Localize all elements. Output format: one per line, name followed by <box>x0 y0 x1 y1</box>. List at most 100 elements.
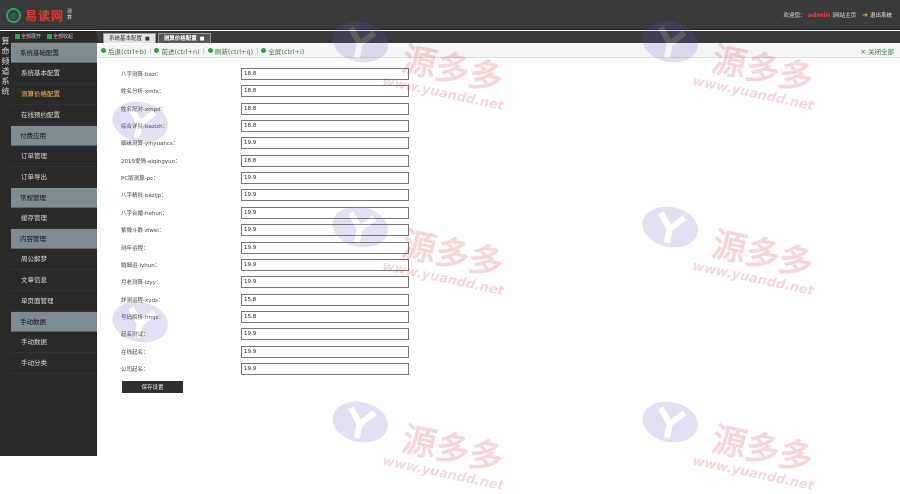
sidebar-item[interactable]: 周公解梦 <box>11 249 97 270</box>
tab-label: 系统基本配置 <box>109 36 143 42</box>
form-row: 起名测试： <box>121 328 421 341</box>
sidebar-group[interactable]: 常规管理 <box>11 188 97 208</box>
form-row: 姻缘测算-yinyuancs： <box>121 137 421 150</box>
fullscreen-button[interactable]: 全屏(ctrl+i) <box>261 46 304 56</box>
close-icon: ✕ <box>860 47 866 56</box>
tab-close-icon[interactable]: ■ <box>145 36 150 42</box>
tab[interactable]: 系统基本配置 ■ <box>103 33 156 43</box>
price-input[interactable] <box>241 276 409 289</box>
price-input[interactable] <box>241 206 409 219</box>
refresh-icon <box>207 48 213 53</box>
back-button[interactable]: 后退(ctrl+b) <box>101 46 146 56</box>
brand-tag: 测 算 <box>67 9 73 21</box>
field-label: 综合详批-bazizh： <box>121 124 169 131</box>
form-row: 测年运程： <box>121 241 421 254</box>
price-input[interactable] <box>241 154 409 167</box>
form-row: 詳测运程-xyds： <box>121 293 421 306</box>
tab[interactable]: 测算价格配置 ■ <box>157 33 211 43</box>
form-row: PC版测算-pc： <box>121 172 421 185</box>
save-button[interactable]: 保存设置 <box>122 381 183 393</box>
sidebar-item[interactable]: 手动分类 <box>11 353 97 374</box>
collapse-icon <box>47 34 53 39</box>
tab-close-icon[interactable]: ■ <box>200 36 205 42</box>
price-input[interactable] <box>241 120 409 133</box>
vertical-title-char: 命 <box>1 47 10 56</box>
price-input[interactable] <box>241 293 409 306</box>
field-label: 姓名配对-xmpd： <box>121 106 167 113</box>
sidebar-item[interactable]: 系统基本配置 <box>11 63 97 84</box>
price-input[interactable] <box>241 189 409 202</box>
exit-link[interactable]: 退出系统 <box>870 11 892 19</box>
field-label: 2019爱情-aiqingyun： <box>121 158 181 165</box>
field-label: 月老测算-lzyy： <box>121 280 162 287</box>
site-home-link[interactable]: 网站主页 <box>834 11 856 19</box>
refresh-button[interactable]: 刷新(ctrl+q) <box>207 46 253 56</box>
field-label: 八字合婚-hehun： <box>121 210 168 217</box>
price-input[interactable] <box>241 224 409 237</box>
sidebar-group[interactable]: 付费应用 <box>11 126 97 146</box>
field-label: 姻缘测算-yinyuancs： <box>121 141 179 148</box>
toolbar: 后退(ctrl+b) | 前进(ctrl+n) | 刷新(ctrl+q) | 全… <box>97 44 900 58</box>
sidebar-item[interactable]: 在线预约配置 <box>11 105 97 126</box>
sidebar-group[interactable]: 手动数据 <box>11 312 97 332</box>
price-input[interactable] <box>241 85 409 98</box>
exit-icon[interactable]: ➜ <box>862 11 868 19</box>
username: admin <box>807 11 831 19</box>
form-row: 公司起名： <box>121 362 421 375</box>
price-input[interactable] <box>241 328 409 341</box>
close-all-button[interactable]: ✕ 关闭全部 <box>861 46 894 56</box>
tab-bar: 系统基本配置 ■ 测算价格配置 ■ <box>97 31 900 43</box>
price-config-form: 八字测算-bazi： 姓名分析-xmfx： 姓名配对-xmpd： 综合详批-baziz… <box>97 59 900 456</box>
back-icon <box>101 48 106 53</box>
vertical-title-char: 算 <box>1 37 10 46</box>
field-label: 在线起名： <box>121 349 149 356</box>
price-input[interactable] <box>241 241 409 254</box>
form-row: 号码解析-hmjx： <box>121 310 421 323</box>
sidebar-item[interactable]: 手动数据 <box>11 332 97 353</box>
vertical-title: 算命频道系统 <box>0 31 11 456</box>
sidebar-item[interactable]: 缓存管理 <box>11 208 97 229</box>
sidebar-group[interactable]: 内容管理 <box>11 229 97 249</box>
expand-icon <box>15 34 20 39</box>
field-label: 八字测算-bazi： <box>121 72 162 78</box>
logo[interactable]: ◎ 易读网 测 算 <box>6 6 72 24</box>
form-row: 在线起名： <box>121 345 421 358</box>
forward-button[interactable]: 前进(ctrl+n) <box>154 46 200 56</box>
expand-all-button[interactable]: 全部展开 <box>15 33 41 40</box>
price-input[interactable] <box>241 258 409 271</box>
price-input[interactable] <box>241 102 409 115</box>
field-label: 起名测试： <box>121 332 149 339</box>
price-input[interactable] <box>241 137 409 150</box>
sidebar-tools: 全部展开 全部收起 <box>11 31 97 43</box>
welcome-text: 欢迎您： <box>783 13 806 19</box>
price-input[interactable] <box>241 68 409 80</box>
sidebar-item[interactable]: 订单导出 <box>11 167 97 188</box>
form-row: 姓名配对-xmpd： <box>121 102 421 115</box>
header-user-area: 欢迎您： admin | 网站主页 ➜ 退出系统 <box>783 11 892 19</box>
form-row: 八字测算-bazi： <box>121 68 421 80</box>
field-label: 测年运程： <box>121 245 149 252</box>
form-row: 八字精批-bazijp： <box>121 189 421 202</box>
field-label: 紫微斗数-ziwei： <box>121 228 165 235</box>
sidebar-item[interactable]: 单页面管理 <box>11 291 97 312</box>
form-row: 综合详批-bazizh： <box>121 120 421 133</box>
sidebar-menu: 系统基础配置 系统基本配置 测算价格配置 在线预约配置 付费应用 订单管理 订单导出 常规管理… <box>11 43 97 374</box>
sidebar-item[interactable]: 测算价格配置 <box>11 84 97 105</box>
form-row: 八字合婚-hehun： <box>121 206 421 219</box>
price-input[interactable] <box>241 362 409 375</box>
price-input[interactable] <box>241 345 409 358</box>
sidebar-group[interactable]: 系统基础配置 <box>11 43 97 63</box>
tab-label: 测算价格配置 <box>163 36 197 42</box>
form-row: 2019爱情-aiqingyun： <box>121 154 421 167</box>
field-label: PC版测算-pc： <box>121 176 159 183</box>
price-input[interactable] <box>241 310 409 323</box>
price-input[interactable] <box>241 172 409 185</box>
forward-icon <box>154 48 160 53</box>
field-label: 号码解析-hmjx： <box>121 314 165 321</box>
field-label: 姓名分析-xmfx： <box>121 89 165 96</box>
sidebar-item[interactable]: 文章信息 <box>11 270 97 291</box>
field-label: 公司起名： <box>121 366 149 373</box>
collapse-all-button[interactable]: 全部收起 <box>47 33 73 40</box>
vertical-title-char: 道 <box>1 67 10 76</box>
sidebar-item[interactable]: 订单管理 <box>11 146 97 167</box>
